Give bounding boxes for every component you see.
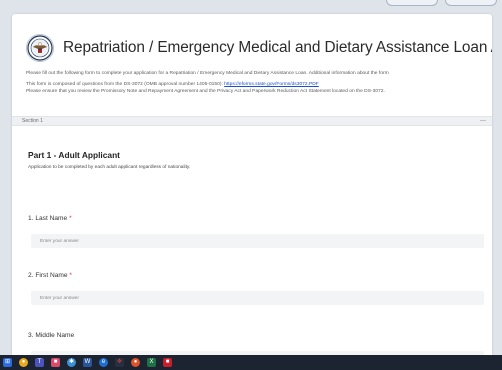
form-card: Repatriation / Emergency Medical and Die…: [12, 14, 492, 357]
question-first-name: 2. First Name *: [28, 272, 484, 305]
settings-icon[interactable]: ✱: [67, 358, 76, 367]
form-description-line1: Please fill out the following form to co…: [26, 71, 389, 76]
question-label: 2. First Name *: [28, 272, 484, 279]
edge-icon[interactable]: e: [99, 358, 108, 367]
part-subtitle: Application to be completed by each adul…: [28, 165, 191, 170]
question-label: 3. Middle Name: [28, 332, 484, 339]
required-marker: *: [69, 215, 72, 222]
taskbar: ⊞ ● T ■ ✱ W e ❖ ● X ■: [0, 355, 502, 370]
files-icon[interactable]: ■: [51, 358, 60, 367]
app-icon[interactable]: ■: [163, 358, 172, 367]
required-marker: *: [69, 272, 72, 279]
ds3072-form-link[interactable]: https://eforms.state.gov/Forms/ds3072.PD…: [224, 82, 319, 87]
paint-icon[interactable]: ❖: [115, 358, 124, 367]
question-middle-name: 3. Middle Name: [28, 332, 484, 357]
section-header[interactable]: Section 1 —: [12, 116, 492, 126]
chrome-icon[interactable]: ●: [19, 358, 28, 367]
first-name-input[interactable]: [31, 291, 484, 305]
us-state-department-seal-icon: [26, 34, 54, 62]
title-row: Repatriation / Emergency Medical and Die…: [26, 32, 492, 64]
section-label: Section 1: [22, 118, 43, 124]
word-icon[interactable]: W: [83, 358, 92, 367]
question-label-text: 1. Last Name: [28, 215, 68, 222]
chevron-up-icon[interactable]: —: [480, 118, 486, 124]
top-action-button-secondary[interactable]: [445, 0, 497, 6]
form-description-prefix: This form is composed of questions from …: [26, 82, 225, 88]
top-action-button[interactable]: [386, 0, 438, 6]
firefox-icon[interactable]: ●: [131, 358, 140, 367]
excel-icon[interactable]: X: [147, 358, 156, 367]
question-label: 1. Last Name *: [28, 215, 484, 222]
last-name-input[interactable]: [31, 234, 484, 248]
part-heading: Part 1 - Adult Applicant: [28, 150, 120, 160]
teams-icon[interactable]: T: [35, 358, 44, 367]
windows-start-icon[interactable]: ⊞: [3, 358, 12, 367]
form-description-line3: Please ensure that you review the Promis…: [26, 88, 385, 94]
form-header: Repatriation / Emergency Medical and Die…: [12, 14, 492, 118]
question-label-text: 2. First Name: [28, 272, 68, 279]
question-last-name: 1. Last Name *: [28, 215, 484, 248]
question-label-text: 3. Middle Name: [28, 332, 75, 339]
form-title: Repatriation / Emergency Medical and Die…: [63, 39, 492, 56]
